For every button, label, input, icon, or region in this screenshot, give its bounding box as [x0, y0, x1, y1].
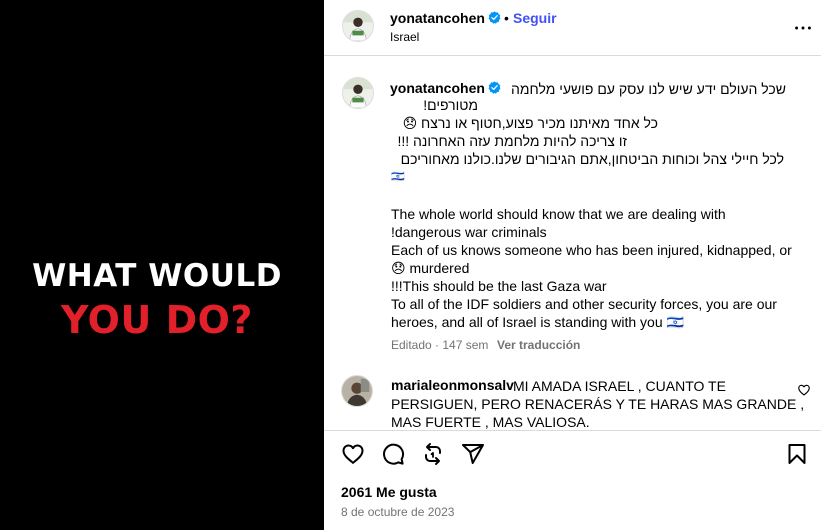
media-headline-line1: WHAT WOULD [32, 258, 282, 294]
caption-line: לכל חיילי צהל וכוחות הביטחון,אתם הגיבורי… [400, 151, 784, 167]
post-location[interactable]: Israel [390, 30, 419, 44]
caption-line: !dangerous war criminals [391, 224, 547, 240]
verified-badge-icon [488, 11, 501, 24]
author-username-text[interactable]: yonatancohen [390, 10, 485, 26]
actions-divider [324, 430, 821, 431]
caption-line: !!!This should be the last Gaza war [391, 278, 607, 294]
more-horizontal-icon[interactable] [792, 17, 814, 39]
caption-line: 😞 murdered [391, 260, 470, 276]
media-headline-line2: YOU DO? [61, 298, 253, 342]
comment-line: MI AMADA ISRAEL , CUANTO TE [513, 378, 726, 394]
caption-line: כל אחד מאיתנו מכיר פצוע,חטוף או נרצח 😞 [402, 115, 658, 131]
caption-line: Each of us knows someone who has been in… [391, 242, 792, 258]
caption-username-text[interactable]: yonatancohen [390, 80, 485, 96]
caption-line: מטורפים! [423, 97, 478, 113]
caption-edited-meta: Editado · 147 sem [391, 338, 489, 352]
person-photo-icon [343, 11, 373, 41]
see-translation-link[interactable]: Ver traducción [497, 338, 580, 352]
commenter-username[interactable]: marialeonmonsalv [391, 377, 514, 393]
author-avatar[interactable] [342, 10, 374, 42]
author-username[interactable]: yonatancohen [390, 10, 501, 26]
follow-button[interactable]: Seguir [513, 10, 557, 26]
comment-line: MAS FUERTE , MAS VALIOSA. [391, 414, 590, 430]
comment-icon [383, 443, 405, 465]
caption-username[interactable]: yonatancohen [390, 80, 501, 96]
header-separator: • [504, 10, 509, 26]
likes-count[interactable]: 2061 Me gusta [341, 484, 437, 500]
comment-line: PERSIGUEN, PERO RENACERÁS Y TE HARAS MAS… [391, 396, 805, 412]
person-photo-icon [342, 376, 372, 406]
save-button[interactable] [785, 442, 809, 466]
share-icon [462, 444, 484, 464]
caption-line: שכל העולם ידע שיש לנו עסק עם פושעי מלחמה [511, 81, 786, 97]
caption-line: 🇮🇱 [391, 171, 405, 183]
post-date[interactable]: 8 de octubre de 2023 [341, 505, 454, 519]
heart-outline-icon[interactable] [797, 383, 811, 397]
caption-line: The whole world should know that we are … [391, 206, 726, 222]
comment-button[interactable] [381, 442, 405, 466]
repost-icon [425, 443, 441, 465]
verified-badge-icon [488, 81, 501, 94]
like-button[interactable] [341, 442, 365, 466]
repost-button[interactable] [421, 442, 445, 466]
caption-line: זו צריכה להיות מלחמת עזה האחרונה !!! [397, 133, 627, 149]
heart-icon [342, 444, 364, 464]
share-button[interactable] [461, 442, 485, 466]
post-header: yonatancohen • Seguir Israel [324, 0, 821, 56]
post-media[interactable]: WHAT WOULD YOU DO? [0, 0, 324, 530]
save-icon [788, 444, 806, 464]
commenter-avatar[interactable] [341, 375, 373, 407]
caption-line: To all of the IDF soldiers and other sec… [391, 296, 777, 312]
caption-line: heroes, and all of Israel is standing wi… [391, 314, 684, 330]
post-panel: yonatancohen • Seguir Israel yonatancohe… [324, 0, 821, 530]
